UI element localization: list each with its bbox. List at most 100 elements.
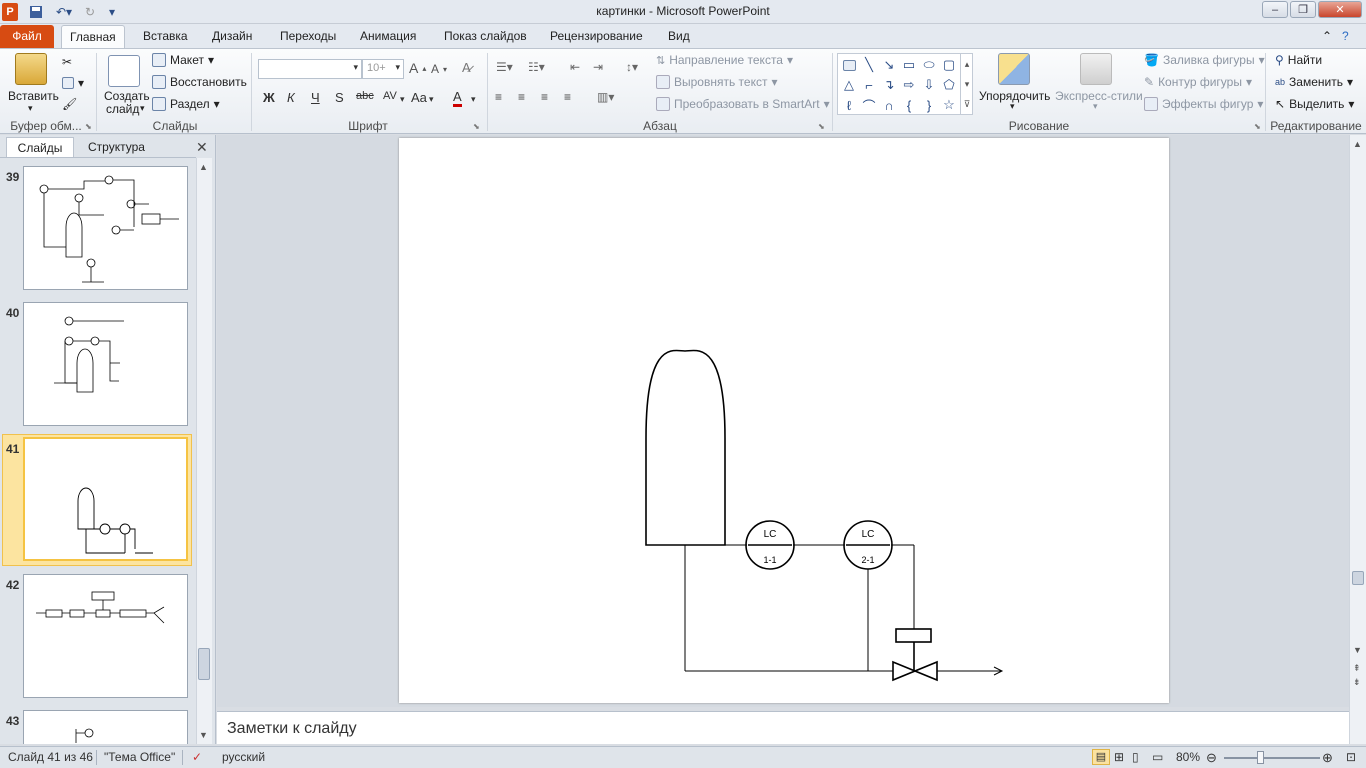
arrange-dropdown-icon[interactable]: ▾ <box>1010 101 1015 112</box>
shape-fill-button[interactable]: 🪣 Заливка фигуры ▾ <box>1144 53 1265 67</box>
close-button[interactable]: ✕ <box>1318 1 1362 18</box>
textbox-shape-icon[interactable] <box>840 56 858 74</box>
notes-placeholder[interactable]: Заметки к слайду <box>227 720 357 738</box>
smartart-button[interactable]: Преобразовать в SmartArt ▾ <box>656 97 830 111</box>
columns-icon[interactable]: ▥▾ <box>597 90 614 104</box>
maximize-button[interactable]: ❐ <box>1290 1 1316 18</box>
spellcheck-icon[interactable]: ✓ <box>192 750 202 764</box>
tab-view[interactable]: Вид <box>660 25 698 48</box>
new-slide-button[interactable]: Создать <box>104 89 150 103</box>
quick-styles-dropdown-icon[interactable]: ▾ <box>1093 101 1098 112</box>
tab-file[interactable]: Файл <box>0 25 54 48</box>
bullets-icon[interactable]: ☰▾ <box>496 60 513 74</box>
justify-icon[interactable]: ≡ <box>564 90 571 104</box>
elbow-connector-shape-icon[interactable]: ⌐ <box>860 76 878 94</box>
help-icon[interactable]: ? <box>1340 25 1351 48</box>
align-right-icon[interactable]: ≡ <box>541 90 548 104</box>
clear-format-icon[interactable]: A̷ <box>462 60 471 75</box>
char-spacing-button[interactable]: AV <box>383 90 397 102</box>
previous-slide-icon[interactable]: ⇞ <box>1353 663 1361 674</box>
paste-dropdown-icon[interactable]: ▾ <box>28 103 33 114</box>
replace-button[interactable]: ab Заменить ▾ <box>1275 75 1353 89</box>
fit-to-window-icon[interactable]: ⊡ <box>1346 750 1356 764</box>
tab-transitions[interactable]: Переходы <box>272 25 344 48</box>
right-arrow-shape-icon[interactable]: ⇨ <box>900 76 918 94</box>
slide-vertical-scrollbar[interactable]: ▲ ▼ ⇞ ⇟ <box>1349 135 1366 744</box>
new-slide-label2[interactable]: слайд <box>106 102 139 116</box>
new-slide-dropdown-icon[interactable]: ▾ <box>140 103 145 114</box>
shape-outline-button[interactable]: ✎ Контур фигуры ▾ <box>1144 75 1252 89</box>
italic-button[interactable]: К <box>287 90 295 105</box>
change-case-button[interactable]: Aa <box>411 90 427 105</box>
right-brace-shape-icon[interactable]: } <box>920 96 938 114</box>
elbow-arrow-shape-icon[interactable]: ↴ <box>880 76 898 94</box>
tab-home[interactable]: Главная <box>61 25 125 48</box>
scroll-up-icon[interactable]: ▲ <box>1353 139 1362 149</box>
slide-thumbnail-39[interactable] <box>23 166 188 290</box>
line-shape-icon[interactable]: ╲ <box>860 56 878 74</box>
rounded-rect-shape-icon[interactable]: ▢ <box>940 56 958 74</box>
reset-button[interactable]: Восстановить <box>152 75 247 89</box>
callout-shape-icon[interactable]: ⬠ <box>940 76 958 94</box>
layout-button[interactable]: Макет ▾ <box>152 53 214 67</box>
close-panel-icon[interactable]: ✕ <box>196 139 208 156</box>
select-button[interactable]: ↖ Выделить ▾ <box>1275 97 1354 111</box>
grow-font-icon[interactable]: A ▴ <box>409 60 426 76</box>
dialog-launcher-icon[interactable]: ⬊ <box>1254 122 1261 131</box>
triangle-shape-icon[interactable]: △ <box>840 76 858 94</box>
scroll-up-icon[interactable]: ▲ <box>199 162 208 172</box>
zoom-in-icon[interactable]: ⊕ <box>1322 750 1333 766</box>
quick-styles-button[interactable]: Экспресс-стили <box>1055 89 1143 103</box>
shape-effects-button[interactable]: Эффекты фигур ▾ <box>1144 97 1263 111</box>
font-color-button[interactable]: A <box>453 90 462 107</box>
tab-slides-panel[interactable]: Слайды <box>6 137 74 157</box>
next-slide-icon[interactable]: ⇟ <box>1353 677 1361 688</box>
scroll-down-icon[interactable]: ▼ <box>1353 645 1362 655</box>
copy-icon[interactable]: ▾ <box>62 76 84 90</box>
arrow-line-shape-icon[interactable]: ↘ <box>880 56 898 74</box>
change-case-dropdown-icon[interactable]: ▾ <box>429 94 434 105</box>
slide-thumbnail-40[interactable] <box>23 302 188 426</box>
shapes-gallery[interactable]: ╲ ↘ ▭ ⬭ ▢ △ ⌐ ↴ ⇨ ⇩ ⬠ ℓ ⌒ ∩ { } ☆ ▴ ▾ ⊽ <box>837 53 973 115</box>
slide-thumbnail-42[interactable] <box>23 574 188 698</box>
scroll-thumb[interactable] <box>1352 571 1364 585</box>
tab-review[interactable]: Рецензирование <box>542 25 651 48</box>
zoom-level[interactable]: 80% <box>1176 750 1200 764</box>
curve-shape-icon[interactable]: ⌒ <box>860 96 878 114</box>
tab-outline-panel[interactable]: Структура <box>82 137 151 157</box>
slide-sorter-icon[interactable]: ⊞ <box>1114 750 1124 764</box>
increase-indent-icon[interactable]: ⇥ <box>593 60 603 74</box>
down-arrow-shape-icon[interactable]: ⇩ <box>920 76 938 94</box>
normal-view-icon[interactable]: ▤ <box>1092 749 1110 765</box>
left-brace-shape-icon[interactable]: { <box>900 96 918 114</box>
find-button[interactable]: ⚲ Найти <box>1275 53 1322 67</box>
line-spacing-icon[interactable]: ↕▾ <box>626 60 638 74</box>
minimize-button[interactable]: – <box>1262 1 1288 18</box>
slide-thumbnail-41[interactable] <box>23 437 188 561</box>
format-painter-icon[interactable]: 🖌 <box>62 97 77 111</box>
tab-slideshow[interactable]: Показ слайдов <box>436 25 535 48</box>
shrink-font-icon[interactable]: A ▾ <box>431 62 447 76</box>
dialog-launcher-icon[interactable]: ⬊ <box>818 122 825 131</box>
align-center-icon[interactable]: ≡ <box>518 90 525 104</box>
gallery-scroll[interactable]: ▴ ▾ ⊽ <box>960 54 973 114</box>
slideshow-view-icon[interactable]: ▭ <box>1152 750 1163 764</box>
char-spacing-dropdown-icon[interactable]: ▾ <box>400 94 405 105</box>
dialog-launcher-icon[interactable]: ⬊ <box>85 122 92 131</box>
underline-button[interactable]: Ч <box>311 90 320 105</box>
freeform-shape-icon[interactable]: ℓ <box>840 96 858 114</box>
align-text-button[interactable]: Выровнять текст ▾ <box>656 75 778 89</box>
new-slide-icon[interactable] <box>108 55 140 87</box>
arrange-icon[interactable] <box>998 53 1030 85</box>
font-size-combo[interactable]: 10+ ▾ <box>362 59 404 79</box>
dialog-launcher-icon[interactable]: ⬊ <box>473 122 480 131</box>
arc-shape-icon[interactable]: ∩ <box>880 96 898 114</box>
reading-view-icon[interactable]: ▯ <box>1132 750 1139 764</box>
theme-name[interactable]: "Тема Office" <box>104 750 175 764</box>
ribbon-collapse-icon[interactable]: ⌃ <box>1320 25 1334 48</box>
zoom-out-icon[interactable]: ⊖ <box>1206 750 1217 766</box>
decrease-indent-icon[interactable]: ⇤ <box>570 60 580 74</box>
oval-shape-icon[interactable]: ⬭ <box>920 56 938 74</box>
current-slide[interactable]: LC 1-1 LC 2-1 <box>399 138 1169 703</box>
text-direction-button[interactable]: ⇅ Направление текста ▾ <box>656 53 793 67</box>
